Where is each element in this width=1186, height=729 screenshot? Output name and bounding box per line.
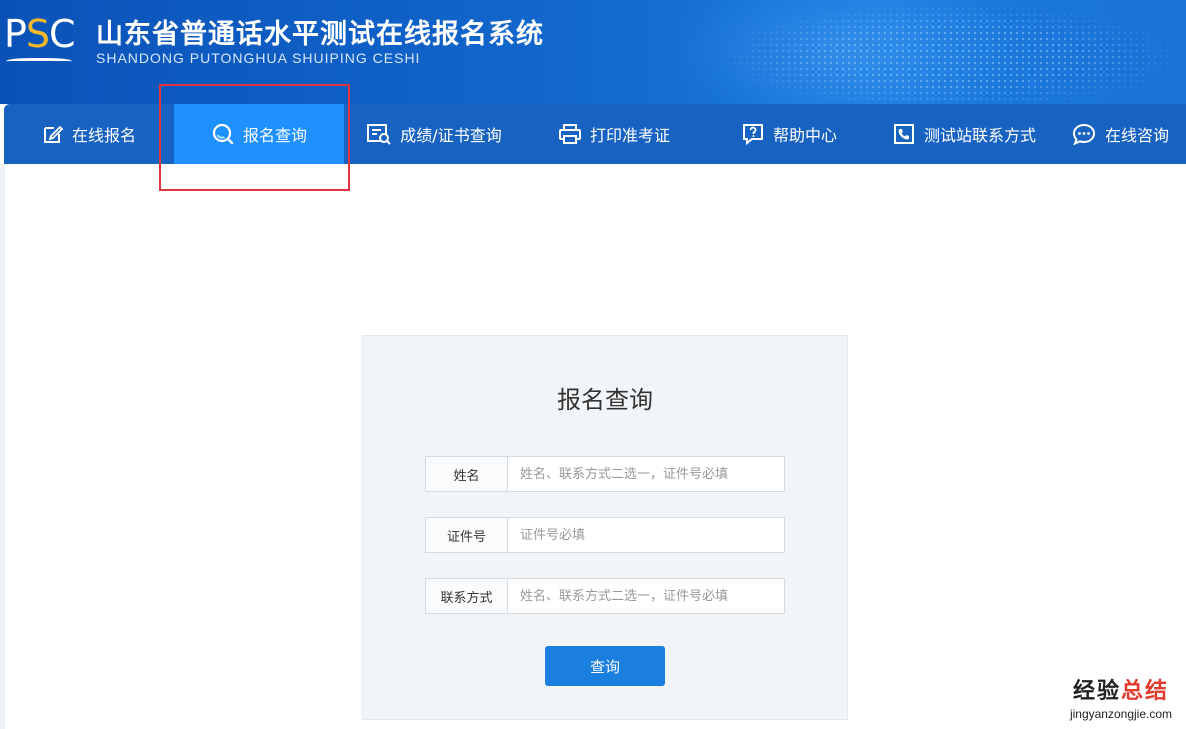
- main-nav: 在线报名 报名查询 成绩/证书查询 打印准考证 帮助中心 测试站联系方式 在线咨…: [4, 104, 1186, 164]
- contact-input[interactable]: [508, 579, 784, 613]
- page-left-edge: [0, 164, 5, 729]
- watermark-url: jingyanzongjie.com: [1069, 707, 1172, 721]
- psc-logo[interactable]: PSC: [4, 12, 76, 68]
- nav-item-label: 测试站联系方式: [923, 126, 1036, 145]
- nav-item-score-certificate-query[interactable]: 成绩/证书查询: [344, 104, 524, 164]
- phone-icon: [893, 124, 914, 144]
- site-title: 山东省普通话水平测试在线报名系统: [96, 19, 544, 50]
- name-field: 姓名: [425, 456, 785, 492]
- nav-item-label: 在线咨询: [1104, 126, 1169, 145]
- contact-field-label: 联系方式: [426, 579, 508, 613]
- nav-item-registration-query[interactable]: 报名查询: [174, 104, 344, 164]
- printer-icon: [558, 124, 581, 144]
- edit-icon: [43, 125, 64, 143]
- logo-book-icon: [6, 58, 72, 66]
- nav-item-label: 打印准考证: [589, 126, 670, 145]
- search-icon: [212, 123, 234, 145]
- nav-item-help-center[interactable]: 帮助中心: [704, 104, 874, 164]
- watermark: 经验总结 jingyanzongjie.com: [1070, 673, 1172, 721]
- nav-item-print-admission[interactable]: 打印准考证: [524, 104, 704, 164]
- help-icon: [742, 124, 763, 146]
- nav-item-label: 帮助中心: [772, 126, 837, 145]
- nav-item-online-consultation[interactable]: 在线咨询: [1054, 104, 1186, 164]
- watermark-logo-text: 经验总结: [1072, 679, 1169, 704]
- name-input[interactable]: [508, 457, 784, 491]
- logo-text: PSC: [4, 12, 76, 56]
- chat-icon: [1072, 123, 1095, 146]
- query-button[interactable]: 查询: [545, 646, 665, 686]
- nav-item-label: 在线报名: [71, 126, 136, 145]
- world-map-decoration: [666, 0, 1186, 104]
- form-title: 报名查询: [557, 386, 653, 414]
- nav-item-label: 报名查询: [242, 126, 307, 145]
- id-number-field: 证件号: [425, 517, 785, 553]
- id-number-input[interactable]: [508, 518, 784, 552]
- nav-item-test-station-contacts[interactable]: 测试站联系方式: [874, 104, 1054, 164]
- site-subtitle: SHANDONG PUTONGHUA SHUIPING CESHI: [96, 50, 421, 66]
- name-field-label: 姓名: [426, 457, 508, 491]
- registration-query-card: 报名查询 姓名 证件号 联系方式 查询: [362, 335, 848, 720]
- site-header: PSC 山东省普通话水平测试在线报名系统 SHANDONG PUTONGHUA …: [0, 0, 1186, 104]
- certificate-search-icon: [367, 124, 392, 145]
- id-number-field-label: 证件号: [426, 518, 508, 552]
- nav-item-label: 成绩/证书查询: [400, 126, 502, 145]
- contact-field: 联系方式: [425, 578, 785, 614]
- nav-item-online-registration[interactable]: 在线报名: [4, 104, 174, 164]
